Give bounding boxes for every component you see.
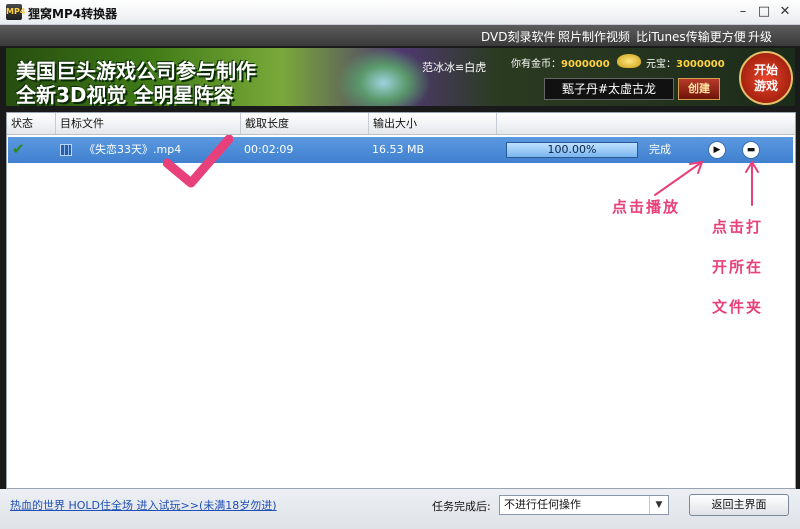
- minimize-button[interactable]: –: [734, 3, 752, 21]
- check-icon: ✔: [12, 140, 25, 158]
- banner-character-art: [336, 48, 431, 106]
- gold-ingot-icon: [617, 54, 641, 68]
- chevron-down-icon[interactable]: ▼: [649, 496, 668, 514]
- column-status[interactable]: 状态: [7, 113, 56, 134]
- banner-start-game-button[interactable]: 开始游戏: [739, 51, 793, 105]
- banner-create-button[interactable]: 创建: [678, 78, 720, 100]
- annotation-folder-note-2: 开所在: [712, 258, 764, 276]
- menu-dvd-burn[interactable]: DVD刻录软件: [481, 28, 555, 45]
- annotation-folder-note-3: 文件夹: [712, 298, 764, 316]
- ad-banner[interactable]: 美国巨头游戏公司参与制作 全新3D视觉 全明星阵容 范冰冰≌白虎 你有金币：90…: [6, 48, 795, 106]
- open-folder-button[interactable]: ▬: [742, 141, 760, 159]
- banner-subheadline: 全新3D视觉 全明星阵容: [16, 83, 234, 106]
- column-target-file[interactable]: 目标文件: [56, 113, 241, 134]
- annotation-checkmark-icon: [163, 135, 233, 188]
- close-button[interactable]: ✕: [776, 3, 794, 21]
- table-row[interactable]: ✔ 《失恋33天》.mp4 00:02:09 16.53 MB 100.00% …: [8, 137, 793, 163]
- annotation-play-note: 点击播放: [612, 198, 681, 216]
- banner-coins: 你有金币：9000000: [511, 59, 610, 70]
- column-output-size[interactable]: 输出大小: [369, 113, 497, 134]
- menu-photo-video[interactable]: 照片制作视频: [558, 28, 630, 45]
- row-progress-bar: 100.00%: [506, 142, 638, 158]
- after-task-label: 任务完成后:: [432, 500, 491, 513]
- menu-itunes-transfer[interactable]: 比iTunes传输更方便: [636, 28, 746, 45]
- maximize-button[interactable]: □: [755, 3, 773, 21]
- column-duration[interactable]: 截取长度: [241, 113, 369, 134]
- play-button[interactable]: ▶: [708, 141, 726, 159]
- menu-upgrade[interactable]: 升级: [748, 28, 772, 45]
- column-progress: [497, 113, 795, 134]
- title-bar: MP4 狸窝MP4转换器 – □ ✕: [0, 0, 800, 25]
- return-home-button[interactable]: 返回主界面: [689, 494, 789, 516]
- video-file-icon: [60, 144, 72, 156]
- banner-character-tag: 范冰冰≌白虎: [422, 61, 487, 74]
- play-icon: ▶: [713, 145, 721, 155]
- row-progress-text: 100.00%: [547, 143, 597, 156]
- after-task-value: 不进行任何操作: [504, 498, 581, 511]
- banner-player-name[interactable]: 甄子丹#太虚古龙: [544, 78, 674, 100]
- menu-bar: DVD刻录软件 照片制作视频 比iTunes传输更方便 升级: [0, 25, 800, 46]
- window-title: 狸窝MP4转换器: [28, 7, 118, 21]
- promo-link[interactable]: 热血的世界 HOLD住全场 进入试玩>>(未满18岁勿进): [10, 497, 277, 513]
- banner-treasure: 元宝：3000000: [646, 59, 725, 70]
- list-header: 状态 目标文件 截取长度 输出大小: [7, 113, 795, 135]
- annotation-folder-note-1: 点击打: [712, 218, 764, 236]
- after-task-select[interactable]: 不进行任何操作 ▼: [499, 495, 669, 515]
- app-logo-icon: MP4: [6, 4, 25, 20]
- task-list[interactable]: 状态 目标文件 截取长度 输出大小 ✔ 《失恋33天》.mp4 00:02:09…: [6, 112, 796, 489]
- row-state: 完成: [649, 143, 671, 156]
- row-size: 16.53 MB: [372, 143, 425, 156]
- row-duration: 00:02:09: [244, 143, 294, 156]
- folder-icon: ▬: [746, 145, 756, 155]
